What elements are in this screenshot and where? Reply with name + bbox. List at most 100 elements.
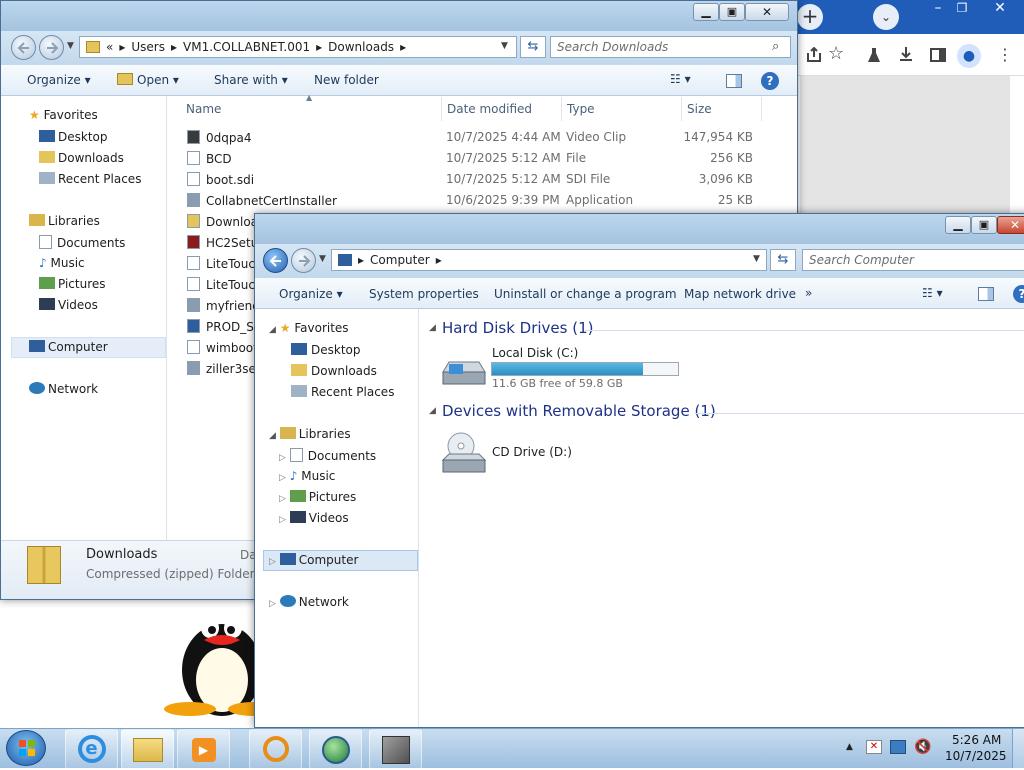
back-button[interactable] (11, 35, 36, 60)
taskbar-magnifier[interactable] (249, 729, 302, 769)
downloads-minimize-icon[interactable]: ▁ (693, 3, 719, 21)
removable-collapse-icon[interactable]: ◢ (429, 406, 436, 416)
column-name[interactable]: Name (186, 102, 221, 116)
help-icon[interactable]: ? (761, 72, 779, 90)
nav-documents[interactable]: Documents (39, 235, 125, 250)
map-network-drive-button[interactable]: Map network drive (684, 287, 796, 301)
open-menu[interactable]: Open ▾ (117, 73, 179, 87)
extension-flask-icon[interactable] (866, 47, 882, 63)
nav-pictures[interactable]: Pictures (39, 277, 106, 291)
nav-libraries[interactable]: Libraries (29, 214, 100, 228)
forward-button[interactable] (39, 35, 64, 60)
computer-search-input[interactable]: Search Computer (802, 249, 1024, 271)
search-icon[interactable]: ⌕ (772, 39, 779, 54)
new-tab-plus-icon[interactable]: + (797, 4, 823, 30)
nav-desktop[interactable]: Desktop (39, 130, 108, 144)
start-button[interactable] (6, 730, 46, 766)
share-icon[interactable] (806, 47, 822, 63)
bookmark-star-icon[interactable]: ☆ (828, 43, 844, 64)
cd-drive-icon[interactable] (439, 430, 489, 478)
file-row[interactable]: 0dqpa4 10/7/2025 4:44 AM Video Clip 147,954… (187, 130, 777, 145)
column-size[interactable]: Size (687, 102, 712, 116)
more-commands-button[interactable]: » (805, 286, 812, 300)
nav-music[interactable]: ▷ ♪ Music (279, 469, 335, 483)
browser-close-icon[interactable]: ✕ (990, 0, 1010, 16)
nav-computer[interactable]: ▷ Computer (269, 553, 358, 567)
recent-pages-chevron-icon[interactable]: ▼ (319, 254, 326, 264)
recent-pages-chevron-icon[interactable]: ▼ (67, 41, 74, 51)
show-desktop-button[interactable] (1012, 729, 1024, 768)
computer-organize-menu[interactable]: Organize ▾ (279, 287, 343, 301)
nav-desktop[interactable]: Desktop (291, 343, 361, 357)
nav-recent-places[interactable]: Recent Places (39, 172, 141, 186)
address-dropdown-icon[interactable]: ▼ (501, 41, 508, 51)
downloads-search-input[interactable]: Search Downloads (550, 36, 791, 58)
organize-menu[interactable]: Organize ▾ (27, 73, 91, 87)
nav-network[interactable]: Network (29, 382, 98, 396)
new-folder-button[interactable]: New folder (314, 73, 379, 87)
downloads-maximize-icon[interactable]: ▣ (719, 3, 745, 21)
computer-help-icon[interactable]: ? (1013, 285, 1024, 303)
downloads-close-icon[interactable]: ✕ (745, 3, 789, 21)
nav-pictures[interactable]: ▷ Pictures (279, 490, 356, 504)
hard-disk-drives-header[interactable]: Hard Disk Drives (1) (442, 319, 593, 337)
breadcrumb-overflow[interactable]: « (106, 40, 113, 54)
computer-preview-pane-icon[interactable] (978, 287, 994, 301)
column-type[interactable]: Type (567, 102, 595, 116)
taskbar-globe-app[interactable] (309, 729, 362, 769)
file-row[interactable]: BCD 10/7/2025 5:12 AM File 256 KB (187, 151, 777, 166)
browser-restore-icon[interactable]: ❐ (952, 1, 972, 17)
taskbar-internet-explorer[interactable]: e (65, 729, 118, 769)
view-options-icon[interactable]: ☷ ▾ (670, 72, 691, 86)
taskbar-file-explorer[interactable] (121, 729, 174, 769)
file-row[interactable]: CollabnetCertInstaller 10/6/2025 9:39 PM A… (187, 193, 777, 208)
nav-recent-places[interactable]: Recent Places (291, 385, 394, 399)
show-hidden-icons[interactable]: ▲ (846, 742, 853, 752)
side-panel-icon[interactable] (930, 47, 946, 63)
share-with-menu[interactable]: Share with ▾ (214, 73, 288, 87)
breadcrumb-computer[interactable]: Computer (370, 253, 430, 267)
computer-refresh-button[interactable]: ⇆ (770, 249, 796, 271)
clock-date[interactable]: 10/7/2025 (945, 749, 1007, 763)
nav-documents[interactable]: ▷ Documents (279, 448, 376, 463)
computer-close-icon[interactable]: ✕ (997, 216, 1024, 234)
taskbar-setup-app[interactable] (369, 729, 422, 769)
downloads-address-bar[interactable]: « ▸ Users ▸ VM1.COLLABNET.001 ▸ Download… (79, 36, 517, 58)
preview-pane-icon[interactable] (726, 74, 742, 88)
removable-storage-header[interactable]: Devices with Removable Storage (1) (442, 402, 716, 420)
refresh-button[interactable]: ⇆ (520, 36, 546, 58)
uninstall-program-button[interactable]: Uninstall or change a program (494, 287, 677, 301)
cd-drive-name[interactable]: CD Drive (D:) (492, 445, 572, 459)
computer-minimize-icon[interactable]: ▁ (945, 216, 971, 234)
computer-back-button[interactable] (263, 248, 288, 273)
volume-muted-icon[interactable]: 🔇 (914, 739, 931, 755)
profile-icon[interactable]: ● (957, 44, 981, 68)
tab-list-chevron-icon[interactable]: ⌄ (873, 4, 899, 30)
local-disk-name[interactable]: Local Disk (C:) (492, 346, 578, 360)
address-dropdown-icon[interactable]: ▼ (753, 254, 760, 264)
computer-view-options-icon[interactable]: ☷ ▾ (922, 286, 943, 300)
action-center-flag-icon[interactable]: ✕ (866, 740, 882, 754)
clock-time[interactable]: 5:26 AM (952, 733, 1001, 747)
nav-libraries[interactable]: ◢ Libraries (269, 427, 351, 441)
file-row[interactable]: boot.sdi 10/7/2025 5:12 AM SDI File 3,096 K… (187, 172, 777, 187)
nav-favorites[interactable]: ★ Favorites (29, 108, 98, 122)
computer-forward-button[interactable] (291, 248, 316, 273)
computer-maximize-icon[interactable]: ▣ (971, 216, 997, 234)
download-icon[interactable] (898, 46, 914, 62)
menu-kebab-icon[interactable]: ⋮ (997, 45, 1013, 64)
nav-videos[interactable]: ▷ Videos (279, 511, 349, 525)
nav-downloads[interactable]: Downloads (39, 151, 124, 165)
hard-disk-collapse-icon[interactable]: ◢ (429, 323, 436, 333)
breadcrumb-downloads[interactable]: Downloads (328, 40, 394, 54)
computer-address-bar[interactable]: ▸ Computer ▸ (331, 249, 767, 271)
browser-minimize-icon[interactable]: – (928, 0, 948, 16)
taskbar-media-player[interactable]: ▶ (177, 729, 230, 769)
nav-videos[interactable]: Videos (39, 298, 98, 312)
nav-computer[interactable]: Computer (29, 340, 108, 354)
nav-network[interactable]: ▷ Network (269, 595, 349, 609)
breadcrumb-users[interactable]: Users (131, 40, 165, 54)
network-tray-icon[interactable] (890, 740, 906, 754)
nav-favorites[interactable]: ◢ ★ Favorites (269, 321, 349, 335)
system-properties-button[interactable]: System properties (369, 287, 479, 301)
